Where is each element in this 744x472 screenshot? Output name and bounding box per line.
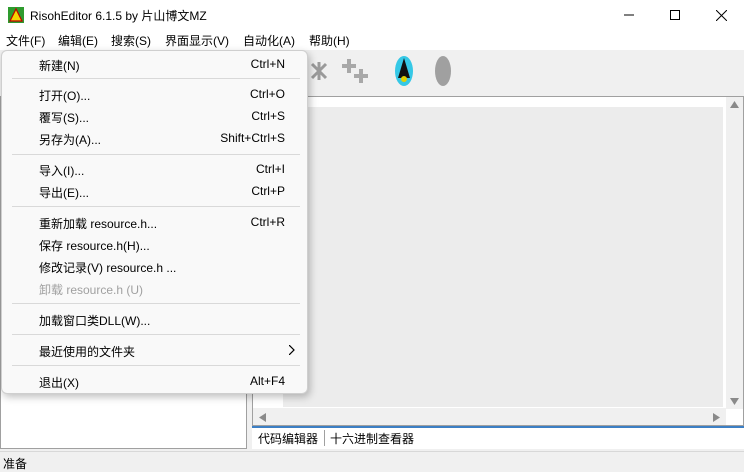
editor-tabs: 代码编辑器 十六进制查看器 xyxy=(252,426,744,449)
editor-area[interactable] xyxy=(283,107,723,407)
menu-item-edit-history[interactable]: 修改记录(V) resource.h ... xyxy=(2,255,307,277)
menu-item-label: 重新加载 resource.h... xyxy=(39,217,158,231)
scroll-up-icon[interactable] xyxy=(730,101,739,108)
scroll-down-icon[interactable] xyxy=(730,398,739,405)
menu-item-save-resource-h[interactable]: 保存 resource.h(H)... xyxy=(2,233,307,255)
menu-separator xyxy=(12,206,300,207)
disabled-tool-icon[interactable] xyxy=(433,54,453,88)
menu-item-label: 导入(I)... xyxy=(39,164,85,178)
menu-bar: 文件(F) 编辑(E) 搜索(S) 界面显示(V) 自动化(A) 帮助(H) xyxy=(0,30,744,50)
scroll-left-icon[interactable] xyxy=(259,413,266,422)
menu-file[interactable]: 文件(F) xyxy=(6,32,45,49)
tab-code-editor[interactable]: 代码编辑器 xyxy=(258,430,318,447)
menu-item-import[interactable]: 导入(I)... Ctrl+I xyxy=(2,158,307,180)
menu-help[interactable]: 帮助(H) xyxy=(309,32,350,49)
menu-item-save[interactable]: 覆写(S)... Ctrl+S xyxy=(2,105,307,127)
menu-item-shortcut: Ctrl+P xyxy=(251,184,285,198)
tool-icon-partial[interactable] xyxy=(308,58,330,84)
menu-item-shortcut: Shift+Ctrl+S xyxy=(220,131,285,145)
close-icon xyxy=(715,9,727,21)
menu-item-label: 打开(O)... xyxy=(39,89,91,103)
menu-item-label: 新建(N) xyxy=(39,59,80,73)
chevron-right-icon xyxy=(289,345,295,355)
menu-item-load-window-class-dll[interactable]: 加载窗口类DLL(W)... xyxy=(2,308,307,330)
add-control-icon[interactable] xyxy=(340,58,372,86)
menu-item-label: 最近使用的文件夹 xyxy=(39,345,136,359)
menu-item-shortcut: Ctrl+O xyxy=(249,87,285,101)
menu-item-label: 导出(E)... xyxy=(39,186,89,200)
menu-separator xyxy=(12,365,300,366)
menu-separator xyxy=(12,154,300,155)
menu-item-label: 退出(X) xyxy=(39,376,79,390)
menu-item-reload-resource-h[interactable]: 重新加载 resource.h... Ctrl+R xyxy=(2,211,307,233)
menu-item-exit[interactable]: 退出(X) Alt+F4 xyxy=(2,370,307,392)
menu-separator xyxy=(12,303,300,304)
menu-item-new[interactable]: 新建(N) Ctrl+N xyxy=(2,53,307,75)
menu-search[interactable]: 搜索(S) xyxy=(111,32,151,49)
test-run-icon[interactable] xyxy=(393,54,415,88)
menu-item-shortcut: Ctrl+I xyxy=(255,162,285,176)
menu-item-open[interactable]: 打开(O)... Ctrl+O xyxy=(2,83,307,105)
minimize-icon xyxy=(624,14,634,16)
menu-item-label: 另存为(A)... xyxy=(39,133,101,147)
app-icon xyxy=(8,7,24,23)
menu-item-shortcut: Ctrl+R xyxy=(250,215,285,229)
menu-item-save-as[interactable]: 另存为(A)... Shift+Ctrl+S xyxy=(2,127,307,149)
close-button[interactable] xyxy=(698,0,744,30)
menu-view[interactable]: 界面显示(V) xyxy=(165,32,229,49)
menu-item-shortcut: Ctrl+S xyxy=(251,109,285,123)
vertical-scrollbar[interactable] xyxy=(726,97,743,409)
menu-item-label: 加载窗口类DLL(W)... xyxy=(39,314,151,328)
menu-separator xyxy=(12,334,300,335)
editor-pane[interactable] xyxy=(252,96,744,426)
menu-item-label: 卸载 resource.h (U) xyxy=(39,283,144,297)
file-menu-dropdown: 新建(N) Ctrl+N 打开(O)... Ctrl+O 覆写(S)... Ct… xyxy=(1,50,308,394)
window-title: RisohEditor 6.1.5 by 片山博文MZ xyxy=(30,9,207,23)
menu-item-export[interactable]: 导出(E)... Ctrl+P xyxy=(2,180,307,202)
menu-separator xyxy=(12,78,300,79)
menu-item-label: 覆写(S)... xyxy=(39,111,89,125)
menu-item-shortcut: Alt+F4 xyxy=(249,374,285,388)
scroll-right-icon[interactable] xyxy=(713,413,720,422)
status-text: 准备 xyxy=(3,457,28,471)
menu-automation[interactable]: 自动化(A) xyxy=(243,32,295,49)
maximize-button[interactable] xyxy=(652,0,698,30)
menu-item-label: 修改记录(V) resource.h ... xyxy=(39,261,177,275)
menu-edit[interactable]: 编辑(E) xyxy=(58,32,98,49)
maximize-icon xyxy=(670,10,680,20)
title-bar: RisohEditor 6.1.5 by 片山博文MZ xyxy=(0,0,744,30)
minimize-button[interactable] xyxy=(606,0,652,30)
horizontal-scrollbar[interactable] xyxy=(253,408,726,425)
tab-hex-viewer[interactable]: 十六进制查看器 xyxy=(330,430,414,447)
tab-divider xyxy=(324,430,325,446)
menu-item-label: 保存 resource.h(H)... xyxy=(39,239,150,253)
status-bar: 准备 xyxy=(0,451,744,472)
menu-item-recent-folders[interactable]: 最近使用的文件夹 xyxy=(2,339,307,361)
menu-item-shortcut: Ctrl+N xyxy=(250,57,285,71)
menu-item-unload-resource-h: 卸载 resource.h (U) xyxy=(2,277,307,299)
